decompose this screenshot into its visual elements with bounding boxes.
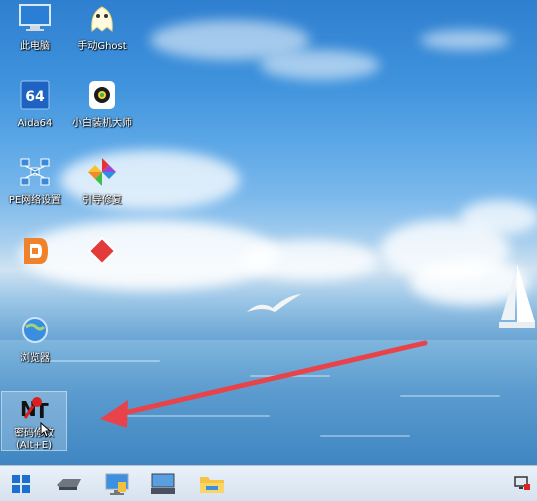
icon-label: 密码修改 (Alt+E) bbox=[14, 428, 54, 451]
keyboard-icon[interactable] bbox=[146, 469, 180, 498]
icon-label: 此电脑 bbox=[20, 41, 50, 52]
desktop-icon-boot-repair[interactable]: 引导修复 bbox=[67, 157, 137, 207]
windows-start-icon[interactable] bbox=[4, 469, 38, 498]
icon-label: 引导修复 bbox=[82, 195, 122, 206]
drive-icon[interactable] bbox=[52, 469, 86, 498]
browser-globe-icon bbox=[18, 315, 52, 349]
pinwheel-icon bbox=[85, 157, 119, 191]
folder-icon[interactable] bbox=[195, 469, 229, 498]
computer-icon bbox=[18, 3, 52, 37]
taskbar bbox=[0, 465, 537, 501]
seagull-graphic bbox=[247, 294, 301, 312]
desktop-icon-aida64[interactable]: 64 Aida64 bbox=[0, 80, 70, 130]
aida64-icon: 64 bbox=[18, 80, 52, 114]
monitor-icon[interactable] bbox=[100, 469, 134, 498]
svg-text:64: 64 bbox=[25, 89, 45, 105]
installer-icon bbox=[85, 80, 119, 114]
desktop-icon-browser[interactable]: 浏览器 bbox=[0, 315, 70, 365]
icon-label: 小白装机大师 bbox=[72, 118, 132, 129]
icon-label: PE网络设置 bbox=[8, 195, 62, 206]
ghost-icon bbox=[85, 3, 119, 37]
icon-label: 浏览器 bbox=[20, 353, 50, 364]
sailboat-graphic bbox=[499, 264, 535, 328]
network-tray-icon[interactable] bbox=[513, 475, 531, 491]
desktop-icon-app-d[interactable] bbox=[0, 236, 70, 274]
desktop-icon-this-pc[interactable]: 此电脑 bbox=[0, 3, 70, 53]
desktop-icon-red-diamond[interactable] bbox=[67, 236, 137, 274]
icon-label: 手动Ghost bbox=[77, 41, 127, 52]
desktop-icon-pe-network[interactable]: PE网络设置 bbox=[0, 157, 70, 207]
desktop-icon-password-tool[interactable]: N T 密码修改 (Alt+E) bbox=[1, 391, 67, 451]
network-icon bbox=[18, 157, 52, 191]
desktop-icon-xiaobai-installer[interactable]: 小白装机大师 bbox=[67, 80, 137, 130]
app-d-icon bbox=[18, 236, 52, 270]
red-diamond-icon bbox=[85, 236, 119, 270]
desktop-background: 此电脑 手动Ghost 64 Aida64 小白装机大师 PE网络设置 引导修复… bbox=[0, 0, 537, 465]
icon-label: Aida64 bbox=[17, 118, 53, 129]
mouse-cursor-icon bbox=[40, 422, 52, 438]
desktop-icon-manual-ghost[interactable]: 手动Ghost bbox=[67, 3, 137, 53]
sea bbox=[0, 340, 537, 465]
